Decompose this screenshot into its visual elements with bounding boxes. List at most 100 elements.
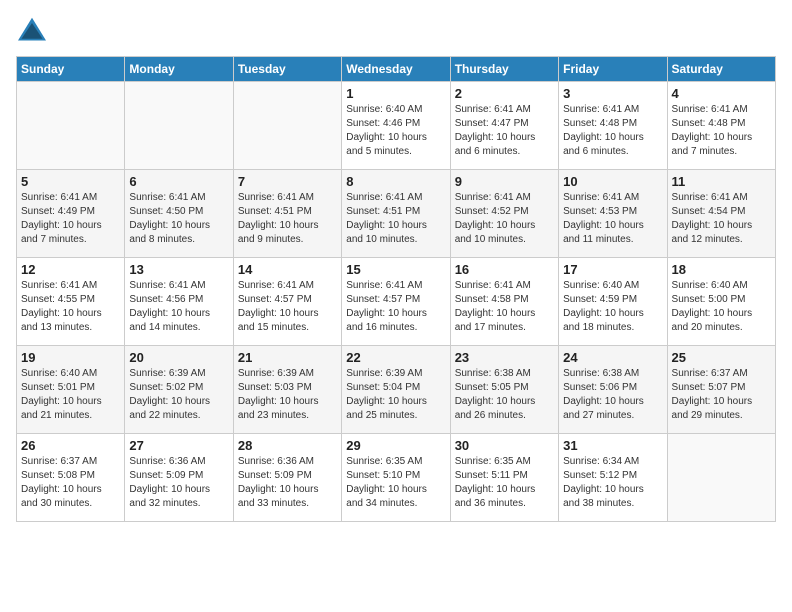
day-number: 31 <box>563 438 662 453</box>
calendar-day-cell: 13Sunrise: 6:41 AM Sunset: 4:56 PM Dayli… <box>125 258 233 346</box>
logo-icon <box>16 16 48 44</box>
weekday-header-thursday: Thursday <box>450 57 558 82</box>
day-number: 6 <box>129 174 228 189</box>
day-number: 16 <box>455 262 554 277</box>
day-number: 11 <box>672 174 771 189</box>
calendar-week-row: 1 Sunrise: 6:40 AM Sunset: 4:46 PM Daylig… <box>17 82 776 170</box>
day-info: Sunrise: 6:40 AM Sunset: 4:59 PM Dayligh… <box>563 279 662 335</box>
day-info: Sunrise: 6:41 AM Sunset: 4:57 PM Dayligh… <box>238 279 337 335</box>
weekday-header-tuesday: Tuesday <box>233 57 341 82</box>
calendar-day-cell: 31 Sunrise: 6:34 AM Sunset: 5:12 PM Dayli… <box>559 434 667 522</box>
weekday-header-sunday: Sunday <box>17 57 125 82</box>
day-info: Sunrise: 6:40 AM Sunset: 5:00 PM Dayligh… <box>672 279 771 335</box>
day-number: 22 <box>346 350 445 365</box>
weekday-header-monday: Monday <box>125 57 233 82</box>
calendar-day-cell: 22Sunrise: 6:39 AM Sunset: 5:04 PM Dayli… <box>342 346 450 434</box>
day-info: Sunrise: 6:41 AM Sunset: 4:51 PM Dayligh… <box>346 191 445 247</box>
day-info: Sunrise: 6:40 AM Sunset: 4:46 PM Dayligh… <box>346 103 445 159</box>
day-number: 17 <box>563 262 662 277</box>
calendar-day-cell: 12 Sunrise: 6:41 AM Sunset: 4:55 PM Dayli… <box>17 258 125 346</box>
calendar-day-cell: 2 Sunrise: 6:41 AM Sunset: 4:47 PM Daylig… <box>450 82 558 170</box>
calendar-day-cell: 28 Sunrise: 6:36 AM Sunset: 5:09 PM Dayli… <box>233 434 341 522</box>
weekday-header-wednesday: Wednesday <box>342 57 450 82</box>
calendar-day-cell: 17 Sunrise: 6:40 AM Sunset: 4:59 PM Dayli… <box>559 258 667 346</box>
day-info: Sunrise: 6:41 AM Sunset: 4:50 PM Dayligh… <box>129 191 228 247</box>
logo <box>16 16 52 44</box>
day-number: 29 <box>346 438 445 453</box>
day-number: 7 <box>238 174 337 189</box>
empty-day-cell <box>233 82 341 170</box>
day-info: Sunrise: 6:36 AM Sunset: 5:09 PM Dayligh… <box>238 455 337 511</box>
day-number: 26 <box>21 438 120 453</box>
calendar-day-cell: 20Sunrise: 6:39 AM Sunset: 5:02 PM Dayli… <box>125 346 233 434</box>
day-number: 2 <box>455 86 554 101</box>
day-number: 10 <box>563 174 662 189</box>
weekday-header-saturday: Saturday <box>667 57 775 82</box>
calendar-day-cell: 23Sunrise: 6:38 AM Sunset: 5:05 PM Dayli… <box>450 346 558 434</box>
calendar-day-cell: 14 Sunrise: 6:41 AM Sunset: 4:57 PM Dayli… <box>233 258 341 346</box>
calendar-day-cell: 26 Sunrise: 6:37 AM Sunset: 5:08 PM Dayli… <box>17 434 125 522</box>
day-info: Sunrise: 6:41 AM Sunset: 4:48 PM Dayligh… <box>672 103 771 159</box>
day-info: Sunrise: 6:41 AM Sunset: 4:49 PM Dayligh… <box>21 191 120 247</box>
day-info: Sunrise: 6:41 AM Sunset: 4:57 PM Dayligh… <box>346 279 445 335</box>
day-info: Sunrise: 6:35 AM Sunset: 5:10 PM Dayligh… <box>346 455 445 511</box>
calendar-day-cell: 5 Sunrise: 6:41 AM Sunset: 4:49 PM Daylig… <box>17 170 125 258</box>
day-number: 3 <box>563 86 662 101</box>
day-info: Sunrise: 6:36 AM Sunset: 5:09 PM Dayligh… <box>129 455 228 511</box>
day-number: 8 <box>346 174 445 189</box>
calendar-day-cell: 30 Sunrise: 6:35 AM Sunset: 5:11 PM Dayli… <box>450 434 558 522</box>
weekday-header-friday: Friday <box>559 57 667 82</box>
calendar-week-row: 19Sunrise: 6:40 AM Sunset: 5:01 PM Dayli… <box>17 346 776 434</box>
day-info: Sunrise: 6:38 AM Sunset: 5:05 PM Dayligh… <box>455 367 554 423</box>
calendar-day-cell: 19Sunrise: 6:40 AM Sunset: 5:01 PM Dayli… <box>17 346 125 434</box>
calendar-day-cell: 24Sunrise: 6:38 AM Sunset: 5:06 PM Dayli… <box>559 346 667 434</box>
calendar-day-cell: 16 Sunrise: 6:41 AM Sunset: 4:58 PM Dayli… <box>450 258 558 346</box>
day-info: Sunrise: 6:40 AM Sunset: 5:01 PM Dayligh… <box>21 367 120 423</box>
calendar-day-cell: 3 Sunrise: 6:41 AM Sunset: 4:48 PM Daylig… <box>559 82 667 170</box>
calendar-table: SundayMondayTuesdayWednesdayThursdayFrid… <box>16 56 776 522</box>
empty-day-cell <box>125 82 233 170</box>
day-info: Sunrise: 6:35 AM Sunset: 5:11 PM Dayligh… <box>455 455 554 511</box>
day-info: Sunrise: 6:41 AM Sunset: 4:53 PM Dayligh… <box>563 191 662 247</box>
day-info: Sunrise: 6:41 AM Sunset: 4:55 PM Dayligh… <box>21 279 120 335</box>
day-number: 1 <box>346 86 445 101</box>
calendar-day-cell: 11 Sunrise: 6:41 AM Sunset: 4:54 PM Dayli… <box>667 170 775 258</box>
calendar-day-cell: 6 Sunrise: 6:41 AM Sunset: 4:50 PM Daylig… <box>125 170 233 258</box>
calendar-day-cell: 15 Sunrise: 6:41 AM Sunset: 4:57 PM Dayli… <box>342 258 450 346</box>
calendar-day-cell: 10 Sunrise: 6:41 AM Sunset: 4:53 PM Dayli… <box>559 170 667 258</box>
day-number: 30 <box>455 438 554 453</box>
day-info: Sunrise: 6:41 AM Sunset: 4:47 PM Dayligh… <box>455 103 554 159</box>
calendar-day-cell: 9 Sunrise: 6:41 AM Sunset: 4:52 PM Daylig… <box>450 170 558 258</box>
day-number: 14 <box>238 262 337 277</box>
calendar-header-row: SundayMondayTuesdayWednesdayThursdayFrid… <box>17 57 776 82</box>
day-info: Sunrise: 6:37 AM Sunset: 5:07 PM Dayligh… <box>672 367 771 423</box>
day-info: Sunrise: 6:41 AM Sunset: 4:58 PM Dayligh… <box>455 279 554 335</box>
day-info: Sunrise: 6:34 AM Sunset: 5:12 PM Dayligh… <box>563 455 662 511</box>
day-number: 28 <box>238 438 337 453</box>
calendar-day-cell: 8 Sunrise: 6:41 AM Sunset: 4:51 PM Daylig… <box>342 170 450 258</box>
calendar-day-cell: 18 Sunrise: 6:40 AM Sunset: 5:00 PM Dayli… <box>667 258 775 346</box>
day-info: Sunrise: 6:41 AM Sunset: 4:52 PM Dayligh… <box>455 191 554 247</box>
calendar-day-cell: 29 Sunrise: 6:35 AM Sunset: 5:10 PM Dayli… <box>342 434 450 522</box>
calendar-day-cell: 1 Sunrise: 6:40 AM Sunset: 4:46 PM Daylig… <box>342 82 450 170</box>
day-number: 4 <box>672 86 771 101</box>
day-number: 15 <box>346 262 445 277</box>
day-number: 18 <box>672 262 771 277</box>
day-number: 21 <box>238 350 337 365</box>
day-info: Sunrise: 6:41 AM Sunset: 4:48 PM Dayligh… <box>563 103 662 159</box>
calendar-day-cell: 7 Sunrise: 6:41 AM Sunset: 4:51 PM Daylig… <box>233 170 341 258</box>
calendar-day-cell: 27Sunrise: 6:36 AM Sunset: 5:09 PM Dayli… <box>125 434 233 522</box>
day-info: Sunrise: 6:39 AM Sunset: 5:03 PM Dayligh… <box>238 367 337 423</box>
empty-day-cell <box>17 82 125 170</box>
day-number: 25 <box>672 350 771 365</box>
day-info: Sunrise: 6:37 AM Sunset: 5:08 PM Dayligh… <box>21 455 120 511</box>
calendar-week-row: 12 Sunrise: 6:41 AM Sunset: 4:55 PM Dayli… <box>17 258 776 346</box>
calendar-day-cell: 25 Sunrise: 6:37 AM Sunset: 5:07 PM Dayli… <box>667 346 775 434</box>
calendar-day-cell: 4 Sunrise: 6:41 AM Sunset: 4:48 PM Daylig… <box>667 82 775 170</box>
day-number: 5 <box>21 174 120 189</box>
day-number: 12 <box>21 262 120 277</box>
day-info: Sunrise: 6:41 AM Sunset: 4:51 PM Dayligh… <box>238 191 337 247</box>
day-number: 9 <box>455 174 554 189</box>
day-info: Sunrise: 6:41 AM Sunset: 4:54 PM Dayligh… <box>672 191 771 247</box>
day-number: 24 <box>563 350 662 365</box>
